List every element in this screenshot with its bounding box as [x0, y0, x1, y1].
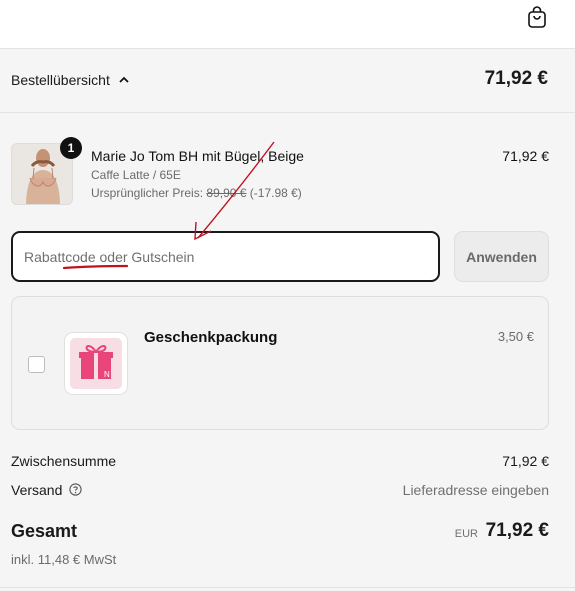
order-summary-toggle[interactable]: Bestellübersicht 71,92 €: [0, 49, 575, 113]
shipping-label: Versand: [11, 482, 63, 498]
total-value: 71,92 €: [485, 520, 549, 541]
apply-discount-button[interactable]: Anwenden: [454, 231, 549, 282]
original-price: 89,90 €: [206, 186, 247, 200]
price-discount: (-17.98 €): [249, 186, 302, 200]
total-currency: EUR: [454, 528, 478, 540]
original-price-line: Ursprünglicher Preis: 89,90 € (-17.98 €): [91, 186, 302, 200]
product-name: Marie Jo Tom BH mit Bügel, Beige: [91, 148, 304, 164]
help-circle-icon[interactable]: [69, 483, 82, 496]
subtotal-value: 71,92 €: [502, 453, 549, 469]
cart-line-item: 1 Marie Jo Tom BH mit Bügel, Beige Caffe…: [11, 137, 551, 209]
gift-box-icon: N: [64, 332, 128, 395]
shipping-value: Lieferadresse eingeben: [402, 482, 549, 498]
divider: [0, 587, 575, 588]
gift-wrap-checkbox[interactable]: [28, 356, 45, 373]
tax-note: inkl. 11,48 € MwSt: [11, 552, 117, 567]
subtotal-label: Zwischensumme: [11, 453, 117, 469]
chevron-up-icon: [119, 76, 129, 83]
shopping-bag-icon[interactable]: [525, 4, 549, 30]
top-bar: [0, 0, 575, 49]
gift-wrap-price: 3,50 €: [497, 329, 534, 344]
original-price-prefix: Ursprünglicher Preis:: [91, 186, 204, 200]
quantity-badge: 1: [60, 137, 82, 159]
order-summary-label: Bestellübersicht: [11, 72, 110, 88]
gift-box-letter: N: [104, 370, 110, 379]
discount-code-input[interactable]: [11, 231, 440, 282]
product-price: 71,92 €: [502, 148, 549, 164]
total-label: Gesamt: [11, 521, 78, 541]
gift-wrap-title: Geschenkpackung: [144, 329, 278, 346]
order-summary-total: 71,92 €: [484, 68, 548, 89]
gift-wrap-option: N Geschenkpackung 3,50 €: [11, 296, 549, 430]
product-variant: Caffe Latte / 65E: [91, 168, 181, 182]
